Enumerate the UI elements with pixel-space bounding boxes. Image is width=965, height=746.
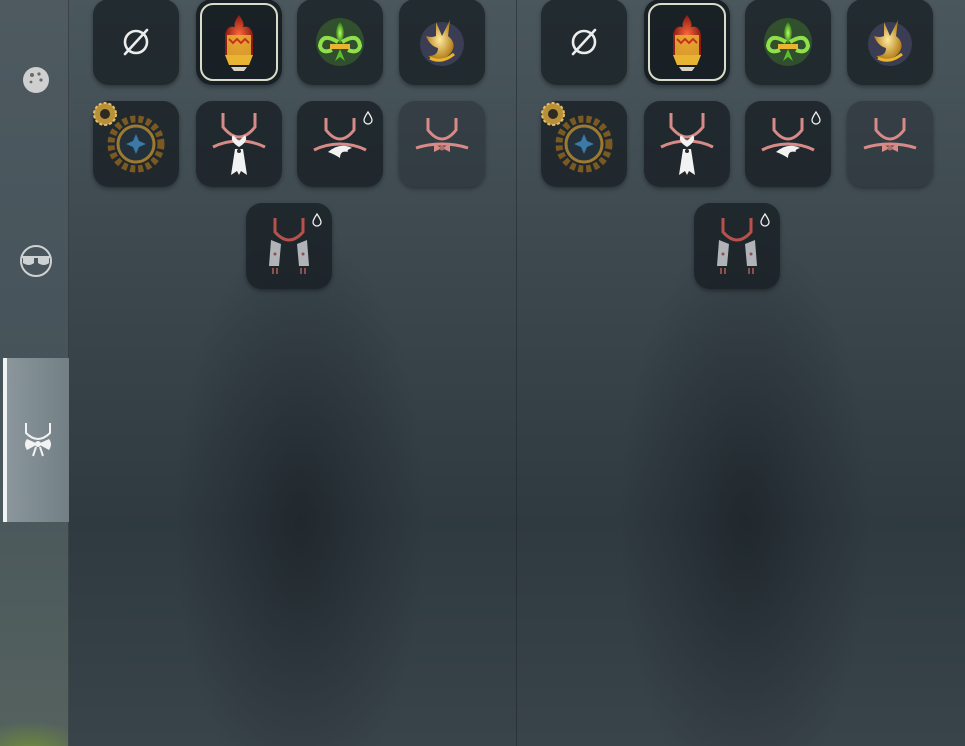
bow-necklace-icon — [415, 118, 469, 152]
category-glasses[interactable] — [3, 210, 68, 310]
item-none[interactable] — [541, 0, 627, 85]
item-heart-tie-necklace[interactable] — [196, 101, 282, 187]
item-gear-emblem[interactable] — [541, 101, 627, 187]
item-golden-fox[interactable] — [399, 0, 485, 85]
category-hair[interactable] — [3, 30, 68, 130]
fleur-de-lis-icon — [316, 18, 364, 66]
grass-patch — [0, 696, 68, 746]
drop-badge-icon — [312, 213, 322, 227]
item-gear-emblem[interactable] — [93, 101, 179, 187]
small-gear-icon — [93, 102, 117, 126]
item-scarf-necklace[interactable] — [694, 203, 780, 289]
fleur-de-lis-icon — [764, 18, 812, 66]
item-wing-necklace[interactable] — [745, 101, 831, 187]
heart-tie-necklace-icon — [212, 113, 266, 175]
none-icon — [571, 28, 597, 56]
drop-badge-icon — [760, 213, 770, 227]
item-heart-tie-necklace[interactable] — [644, 101, 730, 187]
item-fleur-de-lis[interactable] — [745, 0, 831, 85]
bow-necklace-icon — [863, 118, 917, 152]
category-sidebar — [0, 0, 69, 746]
item-fleur-de-lis[interactable] — [297, 0, 383, 85]
flame-crown-icon — [673, 15, 701, 71]
item-bow-necklace[interactable] — [847, 101, 933, 187]
item-none[interactable] — [93, 0, 179, 85]
none-icon — [123, 28, 149, 56]
glasses-icon — [19, 245, 52, 277]
item-flame-crown[interactable] — [644, 0, 730, 85]
item-bow-necklace[interactable] — [399, 101, 485, 187]
golden-fox-icon — [420, 20, 464, 66]
necklace-bow-icon — [25, 423, 51, 457]
scarf-necklace-icon — [269, 218, 309, 274]
item-wing-necklace[interactable] — [297, 101, 383, 187]
item-scarf-necklace[interactable] — [246, 203, 332, 289]
left-panel — [68, 0, 516, 746]
heart-tie-necklace-icon — [660, 113, 714, 175]
category-necklace[interactable] — [3, 358, 69, 522]
hair-icon — [22, 67, 49, 93]
drop-badge-icon — [811, 111, 821, 125]
small-gear-icon — [541, 102, 565, 126]
drop-badge-icon — [363, 111, 373, 125]
item-flame-crown[interactable] — [196, 0, 282, 85]
scarf-necklace-icon — [717, 218, 757, 274]
right-panel — [516, 0, 964, 746]
item-golden-fox[interactable] — [847, 0, 933, 85]
flame-crown-icon — [225, 15, 253, 71]
golden-fox-icon — [868, 20, 912, 66]
